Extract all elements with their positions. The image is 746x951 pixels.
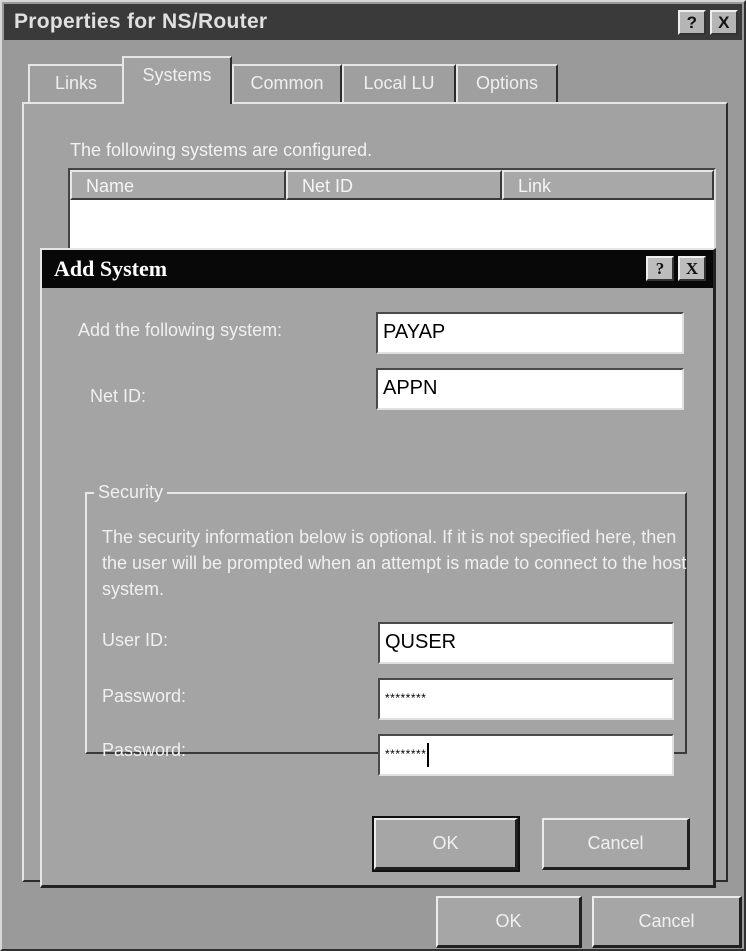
properties-title: Properties for NS/Router (14, 10, 268, 33)
tab-options[interactable]: Options (456, 64, 558, 102)
properties-title-bar[interactable]: Properties for NS/Router ? X (4, 4, 742, 40)
system-name-label: Add the following system: (78, 320, 283, 340)
add-system-ok-button[interactable]: OK (372, 816, 520, 872)
properties-ok-button[interactable]: OK (436, 896, 582, 948)
user-id-input[interactable]: QUSER (378, 622, 674, 664)
net-id-label: Net ID: (90, 386, 147, 406)
column-header-name[interactable]: Name (70, 170, 286, 200)
close-icon[interactable]: X (678, 256, 706, 281)
configured-systems-label: The following systems are configured. (70, 140, 373, 160)
tab-links[interactable]: Links (28, 64, 124, 102)
help-icon[interactable]: ? (678, 10, 706, 35)
net-id-input[interactable]: APPN (376, 368, 684, 410)
properties-cancel-button[interactable]: Cancel (592, 896, 742, 948)
tab-systems[interactable]: Systems (122, 56, 232, 104)
confirm-password-label: Password: (102, 740, 187, 760)
confirm-password-input[interactable]: ******** (378, 734, 674, 776)
password-input[interactable]: ******** (378, 678, 674, 720)
system-name-input[interactable]: PAYAP (376, 312, 684, 354)
text-caret (427, 742, 430, 767)
add-system-cancel-button[interactable]: Cancel (542, 818, 690, 870)
tab-local-lu[interactable]: Local LU (342, 64, 456, 102)
confirm-password-value: ******** (385, 747, 427, 761)
security-legend: Security (94, 480, 168, 504)
close-icon[interactable]: X (710, 10, 738, 35)
user-id-label: User ID: (102, 630, 169, 650)
security-description: The security information below is option… (102, 527, 687, 599)
add-system-dialog: Add System ? X Add the following system:… (40, 248, 716, 888)
add-system-title-bar[interactable]: Add System ? X (42, 250, 713, 288)
password-label: Password: (102, 686, 187, 706)
tab-common[interactable]: Common (232, 64, 342, 102)
column-header-link[interactable]: Link (502, 170, 714, 200)
add-system-title: Add System (54, 256, 168, 281)
help-icon[interactable]: ? (646, 256, 674, 281)
screen: Properties for NS/Router ? X Links Syste… (0, 0, 746, 951)
column-header-net-id[interactable]: Net ID (286, 170, 502, 200)
